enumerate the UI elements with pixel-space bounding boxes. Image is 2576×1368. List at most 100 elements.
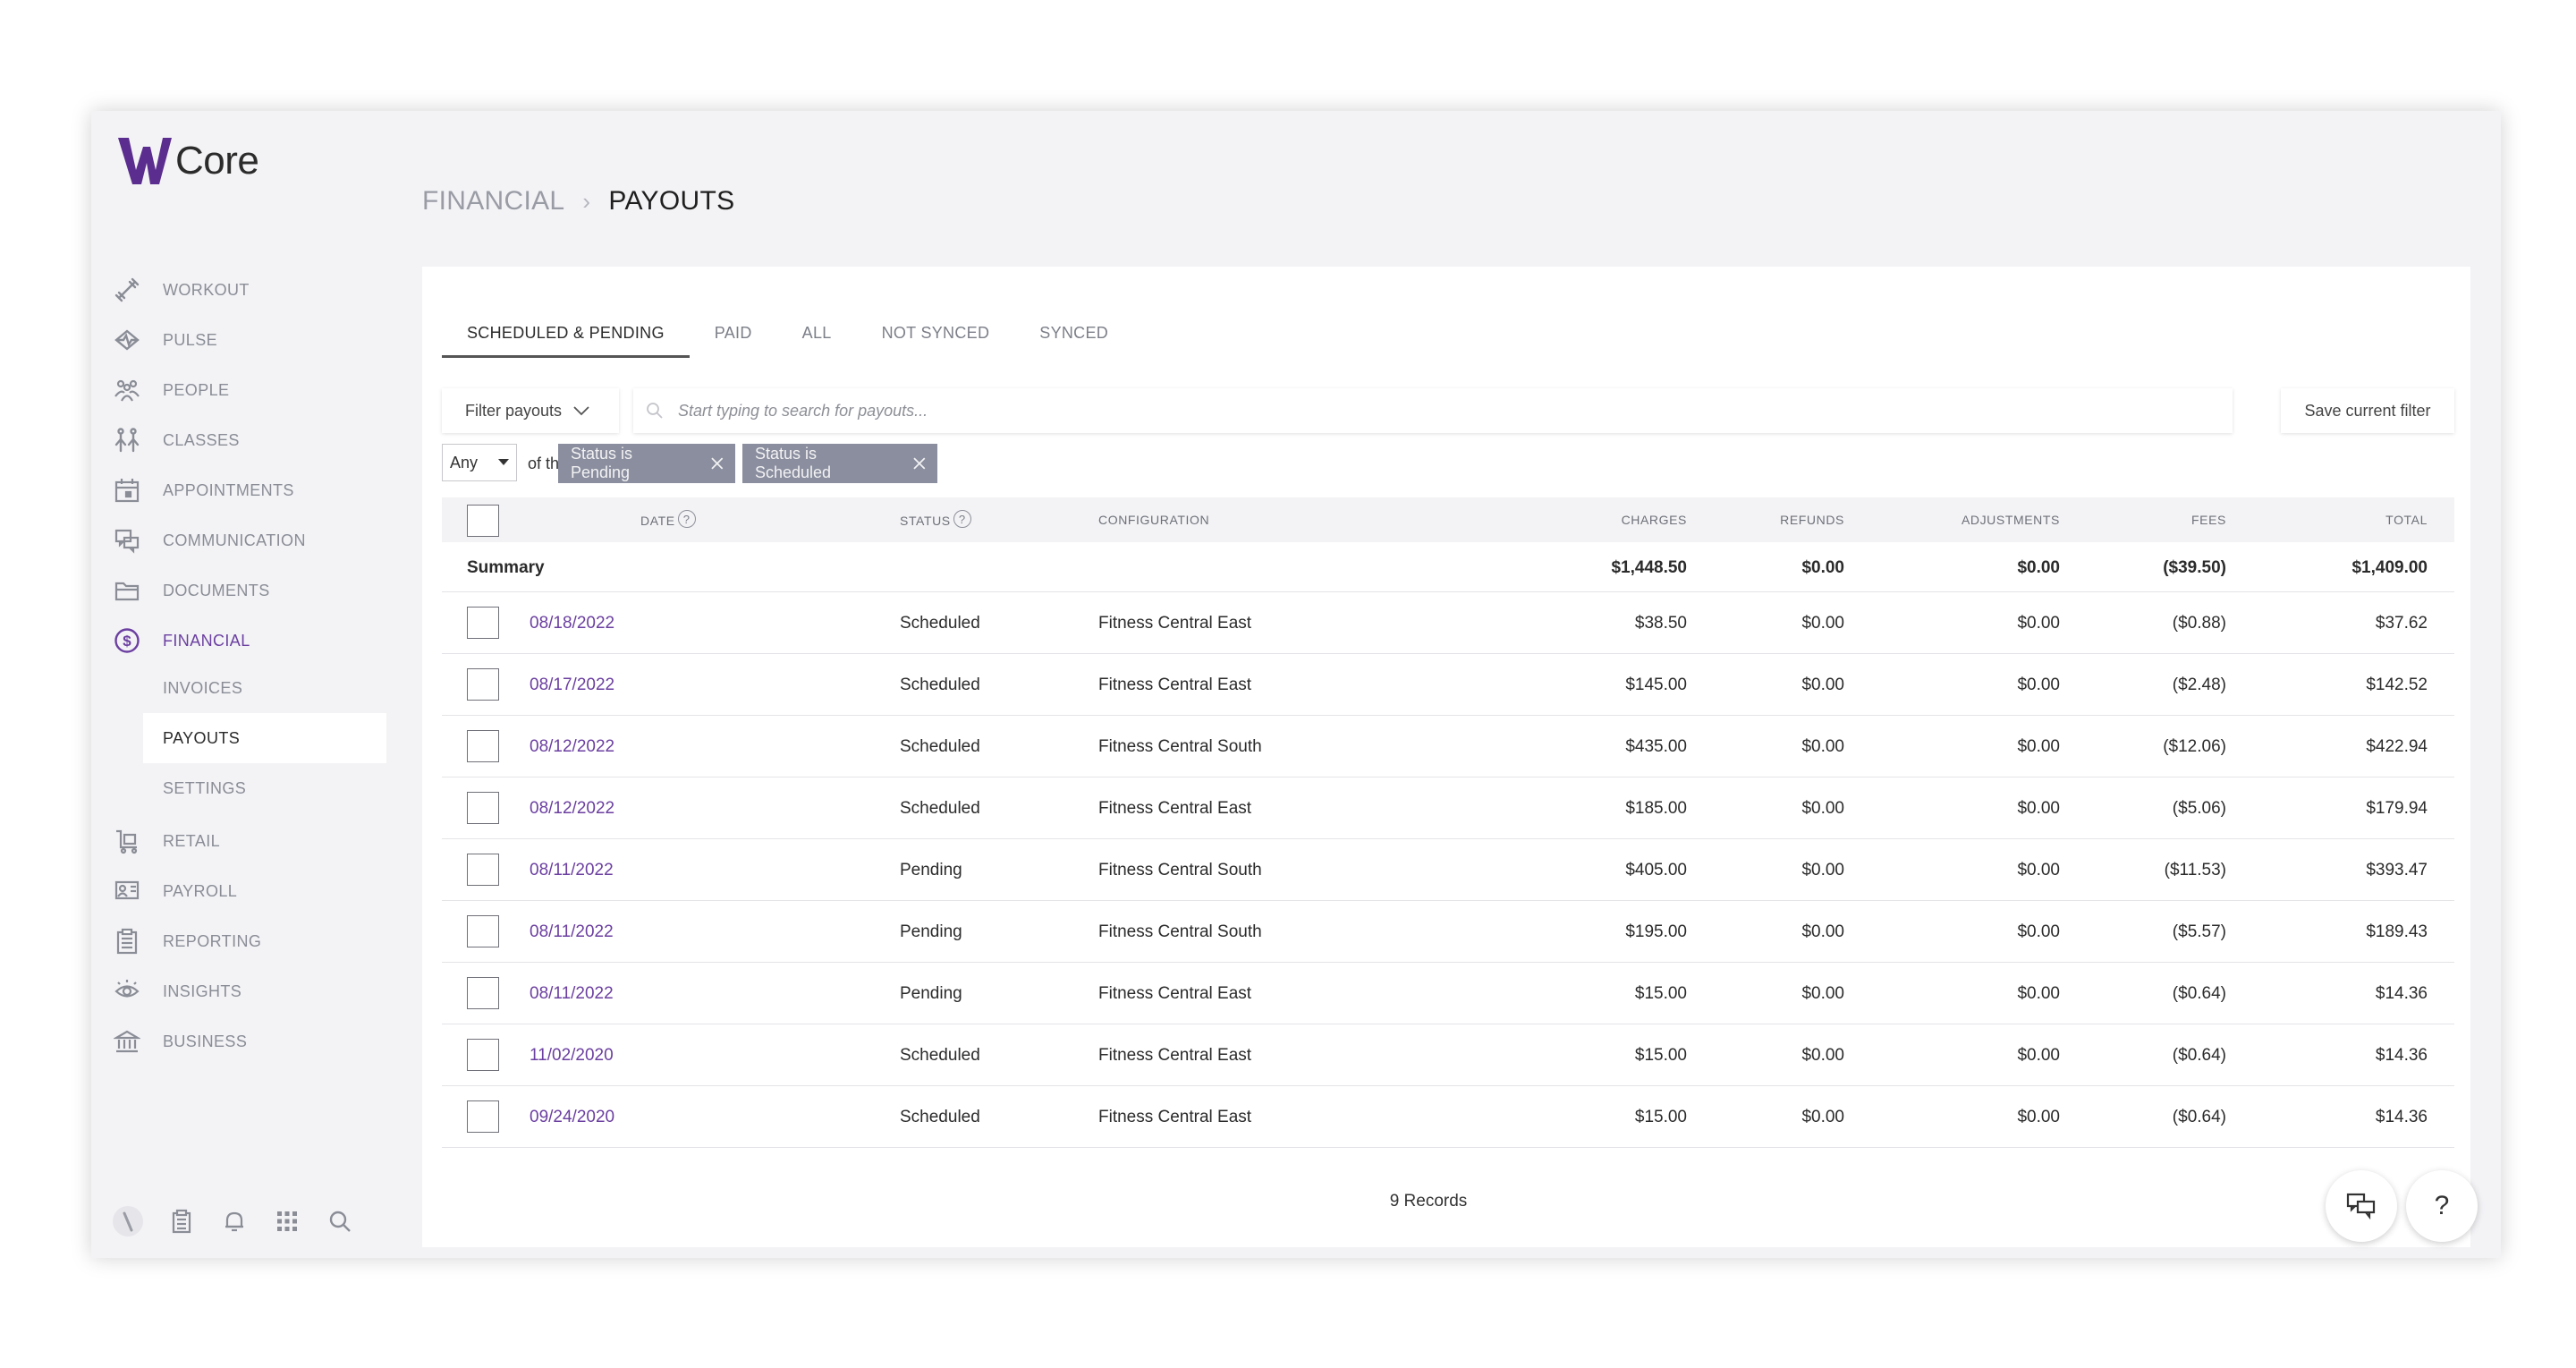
row-checkbox[interactable] bbox=[467, 607, 499, 639]
filter-payouts-button[interactable]: Filter payouts bbox=[442, 388, 619, 433]
sidebar-item-pulse[interactable]: PULSE bbox=[91, 319, 386, 361]
apps-grid-icon[interactable] bbox=[273, 1207, 301, 1236]
sidebar-item-retail[interactable]: RETAIL bbox=[91, 820, 386, 862]
status-cell: Scheduled bbox=[900, 1108, 980, 1126]
table-row[interactable]: 09/24/2020 Scheduled Fitness Central East $… bbox=[442, 1086, 2454, 1148]
status-cell: Pending bbox=[900, 922, 962, 941]
date-link[interactable]: 11/02/2020 bbox=[530, 1046, 614, 1066]
sidebar-item-reporting[interactable]: REPORTING bbox=[91, 920, 386, 963]
date-link[interactable]: 08/11/2022 bbox=[530, 984, 614, 1004]
row-checkbox[interactable] bbox=[467, 1100, 499, 1133]
table-row[interactable]: 08/18/2022 Scheduled Fitness Central East $… bbox=[442, 592, 2454, 654]
tab-all[interactable]: ALL bbox=[777, 313, 857, 358]
table-row[interactable]: 08/17/2022 Scheduled Fitness Central East $… bbox=[442, 654, 2454, 716]
sidebar-item-label: COMMUNICATION bbox=[163, 531, 306, 549]
sidebar-subitem-settings[interactable]: SETTINGS bbox=[143, 763, 386, 813]
search-input[interactable] bbox=[678, 401, 2199, 421]
refunds-cell: $0.00 bbox=[1801, 861, 1844, 879]
sidebar-item-appointments[interactable]: APPOINTMENTS bbox=[91, 469, 386, 512]
filter-payouts-label: Filter payouts bbox=[465, 401, 563, 420]
sidebar-item-label: PEOPLE bbox=[163, 380, 230, 399]
fees-cell: ($5.06) bbox=[2172, 799, 2226, 818]
sidebar-item-people[interactable]: PEOPLE bbox=[91, 369, 386, 412]
date-link[interactable]: 09/24/2020 bbox=[530, 1108, 614, 1127]
sidebar-subitem-invoices[interactable]: INVOICES bbox=[143, 663, 386, 713]
sidebar-item-documents[interactable]: DOCUMENTS bbox=[91, 569, 386, 612]
sidebar-item-classes[interactable]: CLASSES bbox=[91, 419, 386, 462]
refunds-cell: $0.00 bbox=[1801, 799, 1844, 818]
summary-row: Summary $1,448.50 $0.00 $0.00 ($39.50) $… bbox=[442, 542, 2454, 592]
sidebar-item-label: WORKOUT bbox=[163, 280, 250, 299]
configuration-cell: Fitness Central East bbox=[1098, 1108, 1252, 1126]
chat-button[interactable] bbox=[2326, 1170, 2397, 1242]
breadcrumb-parent[interactable]: FINANCIAL bbox=[422, 186, 564, 217]
adjustments-cell: $0.00 bbox=[2017, 1046, 2060, 1065]
row-checkbox[interactable] bbox=[467, 730, 499, 762]
table-row[interactable]: 08/12/2022 Scheduled Fitness Central South… bbox=[442, 716, 2454, 777]
row-checkbox[interactable] bbox=[467, 792, 499, 824]
sidebar-subitem-payouts[interactable]: PAYOUTS bbox=[143, 713, 386, 763]
sidebar-item-workout[interactable]: WORKOUT bbox=[91, 268, 386, 311]
filter-chip-pending[interactable]: Status is Pending bbox=[558, 444, 735, 483]
tab-synced[interactable]: SYNCED bbox=[1014, 313, 1133, 358]
tab-scheduled-pending[interactable]: SCHEDULED & PENDING bbox=[442, 313, 690, 358]
logo[interactable]: Core bbox=[116, 134, 259, 188]
bank-icon bbox=[113, 1027, 141, 1056]
column-header-charges[interactable]: CHARGES bbox=[1622, 513, 1687, 527]
close-icon[interactable] bbox=[912, 456, 927, 471]
select-all-checkbox[interactable] bbox=[467, 505, 499, 537]
pulse-icon bbox=[113, 326, 141, 354]
row-checkbox[interactable] bbox=[467, 668, 499, 701]
column-header-status[interactable]: STATUS? bbox=[900, 510, 971, 528]
help-icon: ? bbox=[2434, 1191, 2450, 1220]
date-link[interactable]: 08/12/2022 bbox=[530, 799, 614, 819]
configuration-cell: Fitness Central South bbox=[1098, 737, 1262, 756]
column-header-adjustments[interactable]: ADJUSTMENTS bbox=[1962, 513, 2060, 527]
sidebar-subitem-label: SETTINGS bbox=[163, 778, 247, 797]
help-icon[interactable]: ? bbox=[677, 510, 696, 528]
table-row[interactable]: 08/11/2022 Pending Fitness Central South $1… bbox=[442, 901, 2454, 963]
avatar[interactable] bbox=[113, 1206, 143, 1236]
save-current-filter-button[interactable]: Save current filter bbox=[2281, 388, 2454, 433]
total-cell: $14.36 bbox=[2375, 984, 2428, 1003]
match-mode-select[interactable]: Any bbox=[442, 444, 517, 481]
configuration-cell: Fitness Central East bbox=[1098, 799, 1252, 818]
row-checkbox[interactable] bbox=[467, 915, 499, 947]
fees-cell: ($0.64) bbox=[2172, 1046, 2226, 1065]
date-link[interactable]: 08/12/2022 bbox=[530, 737, 614, 757]
table-row[interactable]: 08/11/2022 Pending Fitness Central East $15… bbox=[442, 963, 2454, 1024]
column-header-total[interactable]: TOTAL bbox=[2385, 513, 2428, 527]
filter-chip-scheduled[interactable]: Status is Scheduled bbox=[742, 444, 937, 483]
date-link[interactable]: 08/18/2022 bbox=[530, 614, 614, 633]
row-checkbox[interactable] bbox=[467, 854, 499, 886]
help-icon[interactable]: ? bbox=[953, 510, 971, 528]
filter-chip-label: Status is Pending bbox=[571, 445, 633, 481]
search-icon[interactable] bbox=[326, 1207, 354, 1236]
clipboard-icon[interactable] bbox=[167, 1207, 196, 1236]
column-header-refunds[interactable]: REFUNDS bbox=[1780, 513, 1844, 527]
column-header-configuration[interactable]: CONFIGURATION bbox=[1098, 513, 1209, 527]
column-header-date[interactable]: DATE? bbox=[640, 510, 696, 528]
sidebar-item-financial[interactable]: $ FINANCIAL bbox=[91, 619, 386, 662]
sidebar-item-business[interactable]: BUSINESS bbox=[91, 1020, 386, 1063]
date-link[interactable]: 08/17/2022 bbox=[530, 676, 614, 695]
sidebar-item-communication[interactable]: COMMUNICATION bbox=[91, 519, 386, 562]
row-checkbox[interactable] bbox=[467, 1039, 499, 1071]
tab-not-synced[interactable]: NOT SYNCED bbox=[857, 313, 1015, 358]
table-row[interactable]: 08/12/2022 Scheduled Fitness Central East $… bbox=[442, 777, 2454, 839]
sidebar-item-payroll[interactable]: PAYROLL bbox=[91, 870, 386, 913]
match-mode-value: Any bbox=[450, 453, 479, 472]
adjustments-cell: $0.00 bbox=[2017, 922, 2060, 941]
tab-paid[interactable]: PAID bbox=[690, 313, 777, 358]
table-row[interactable]: 08/11/2022 Pending Fitness Central South $4… bbox=[442, 839, 2454, 901]
close-icon[interactable] bbox=[710, 456, 724, 471]
column-header-fees[interactable]: FEES bbox=[2191, 513, 2226, 527]
bell-icon[interactable] bbox=[220, 1207, 249, 1236]
sidebar-item-insights[interactable]: INSIGHTS bbox=[91, 970, 386, 1013]
help-button[interactable]: ? bbox=[2406, 1170, 2478, 1242]
date-link[interactable]: 08/11/2022 bbox=[530, 861, 614, 880]
table-row[interactable]: 11/02/2020 Scheduled Fitness Central East $… bbox=[442, 1024, 2454, 1086]
sidebar-item-label: BUSINESS bbox=[163, 1032, 248, 1050]
date-link[interactable]: 08/11/2022 bbox=[530, 922, 614, 942]
row-checkbox[interactable] bbox=[467, 977, 499, 1009]
